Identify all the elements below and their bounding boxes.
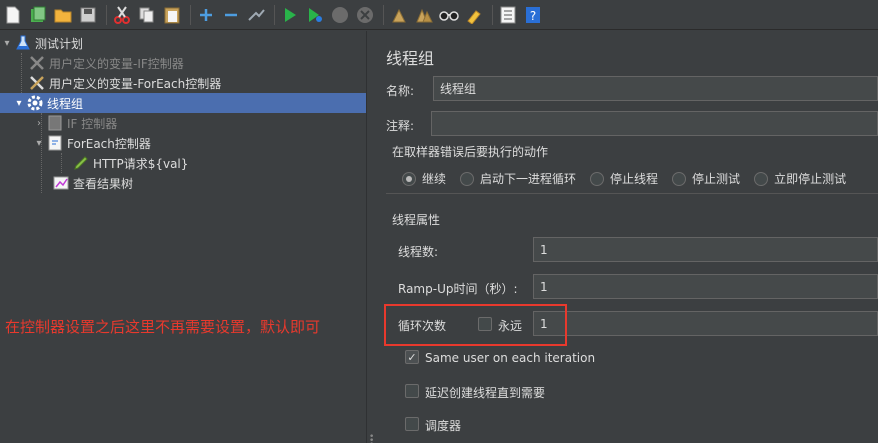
panel-splitter[interactable]: ••• [366,31,374,443]
toolbar: ? [0,0,878,30]
radio-label: 继续 [422,172,447,186]
tree-item-user-vars-if[interactable]: 用户定义的变量-IF控制器 [28,53,184,73]
radio-label: 停止测试 [692,172,741,186]
svg-text:?: ? [530,9,536,23]
start-no-pauses-icon[interactable] [304,4,326,26]
paste-icon[interactable] [161,4,183,26]
scheduler-label: 调度器 [425,419,462,433]
annotation-text: 在控制器设置之后这里不再需要设置，默认即可 [5,318,321,336]
same-user-label: Same user on each iteration [425,351,596,365]
chevron-down-icon[interactable]: ▾ [0,38,14,49]
tree-item-label: 用户定义的变量-IF控制器 [49,56,184,71]
radio-stop-test[interactable]: 停止测试 [672,170,740,187]
error-action-radio-group: 继续 启动下一进程循环 停止线程 停止测试 立即停止测试 [402,170,860,187]
comment-label: 注释: [386,119,415,133]
group-divider [386,193,878,194]
templates-icon[interactable] [27,4,49,26]
radio-button[interactable] [672,171,687,186]
gear-icon [26,95,44,111]
toolbar-separator [492,4,493,25]
radio-stop-thread[interactable]: 停止线程 [590,170,658,187]
name-field[interactable] [433,76,878,101]
stop-icon[interactable] [329,4,351,26]
cut-icon[interactable] [111,4,133,26]
help-icon[interactable]: ? [522,4,544,26]
toolbar-separator [383,4,384,25]
tree-item-user-vars-foreach[interactable]: 用户定义的变量-ForEach控制器 [28,73,221,93]
collapse-icon[interactable] [220,4,242,26]
toolbar-separator [190,4,191,25]
test-plan-tree: ▾ 测试计划 用户定义的变量-IF控制器 用户定义的变量-ForEach控制器 … [0,31,366,443]
chevron-down-icon[interactable]: ▾ [32,138,46,149]
search-icon[interactable] [438,4,460,26]
reset-search-icon[interactable] [463,4,485,26]
tree-item-http-request[interactable]: HTTP请求${val} [72,153,188,173]
controller-icon [46,135,64,151]
chevron-right-icon[interactable]: › [32,118,46,129]
new-icon[interactable] [2,4,24,26]
copy-icon[interactable] [136,4,158,26]
open-icon[interactable] [52,4,74,26]
scheduler-checkbox[interactable] [405,417,419,431]
loop-count-field[interactable] [533,311,878,336]
pen-icon [72,155,90,171]
tree-item-label: HTTP请求${val} [93,156,189,171]
radio-stop-test-now[interactable]: 立即停止测试 [754,170,846,187]
wrench-icon [28,75,46,91]
tree-item-label: IF 控制器 [67,116,118,131]
highlight-box [384,304,567,346]
threads-field[interactable] [533,237,878,262]
tree-guide-line [61,153,62,173]
threads-label: 线程数: [398,245,439,259]
delay-thread-label: 延迟创建线程直到需要 [425,386,546,400]
error-action-title: 在取样器错误后要执行的动作 [392,145,549,159]
toolbar-separator [274,4,275,25]
delay-thread-checkbox[interactable] [405,384,419,398]
tree-item-thread-group[interactable]: ▾ 线程组 [0,93,366,113]
tree-item-label: 测试计划 [35,36,84,51]
clear-all-icon[interactable] [413,4,435,26]
tree-item-label: 查看结果树 [73,176,134,191]
clear-icon[interactable] [388,4,410,26]
radio-button[interactable] [460,171,475,186]
radio-label: 停止线程 [610,172,659,186]
page-title: 线程组 [386,49,435,68]
tree-item-label: ForEach控制器 [67,136,151,151]
tree-item-label: 用户定义的变量-ForEach控制器 [49,76,222,91]
thread-props-title: 线程属性 [392,213,441,227]
tree-item-foreach-controller[interactable]: ▾ ForEach控制器 [32,133,151,153]
radio-continue[interactable]: 继续 [402,170,446,187]
tree-item-label: 线程组 [47,96,84,111]
save-icon[interactable] [77,4,99,26]
function-helper-icon[interactable] [497,4,519,26]
rampup-label: Ramp-Up时间（秒）: [398,282,518,296]
thread-group-panel: 线程组 名称: 注释: 在取样器错误后要执行的动作 继续 启动下一进程循环 停止… [374,31,878,443]
comment-field[interactable] [431,111,878,136]
chevron-down-icon[interactable]: ▾ [12,98,26,109]
controller-icon [46,115,64,131]
radio-button[interactable] [402,171,416,186]
toolbar-separator [106,4,107,25]
wrench-icon [28,55,46,71]
tree-item-if-controller[interactable]: › IF 控制器 [32,113,117,133]
radio-button[interactable] [590,171,605,186]
radio-button[interactable] [754,171,769,186]
check-icon: ✓ [407,350,417,364]
radio-label: 立即停止测试 [774,172,847,186]
start-icon[interactable] [279,4,301,26]
radio-selected-dot [406,175,412,182]
expand-icon[interactable] [195,4,217,26]
same-user-checkbox[interactable]: ✓ [405,350,419,364]
shutdown-icon[interactable] [354,4,376,26]
tree-item-test-plan[interactable]: ▾ 测试计划 [0,33,83,53]
chart-icon [52,175,70,191]
rampup-field[interactable] [533,274,878,299]
tree-item-results-tree[interactable]: 查看结果树 [52,173,133,193]
toggle-icon[interactable] [245,4,267,26]
name-label: 名称: [386,84,415,98]
radio-start-next-loop[interactable]: 启动下一进程循环 [460,170,576,187]
flask-icon [14,35,32,51]
radio-label: 启动下一进程循环 [480,172,577,186]
